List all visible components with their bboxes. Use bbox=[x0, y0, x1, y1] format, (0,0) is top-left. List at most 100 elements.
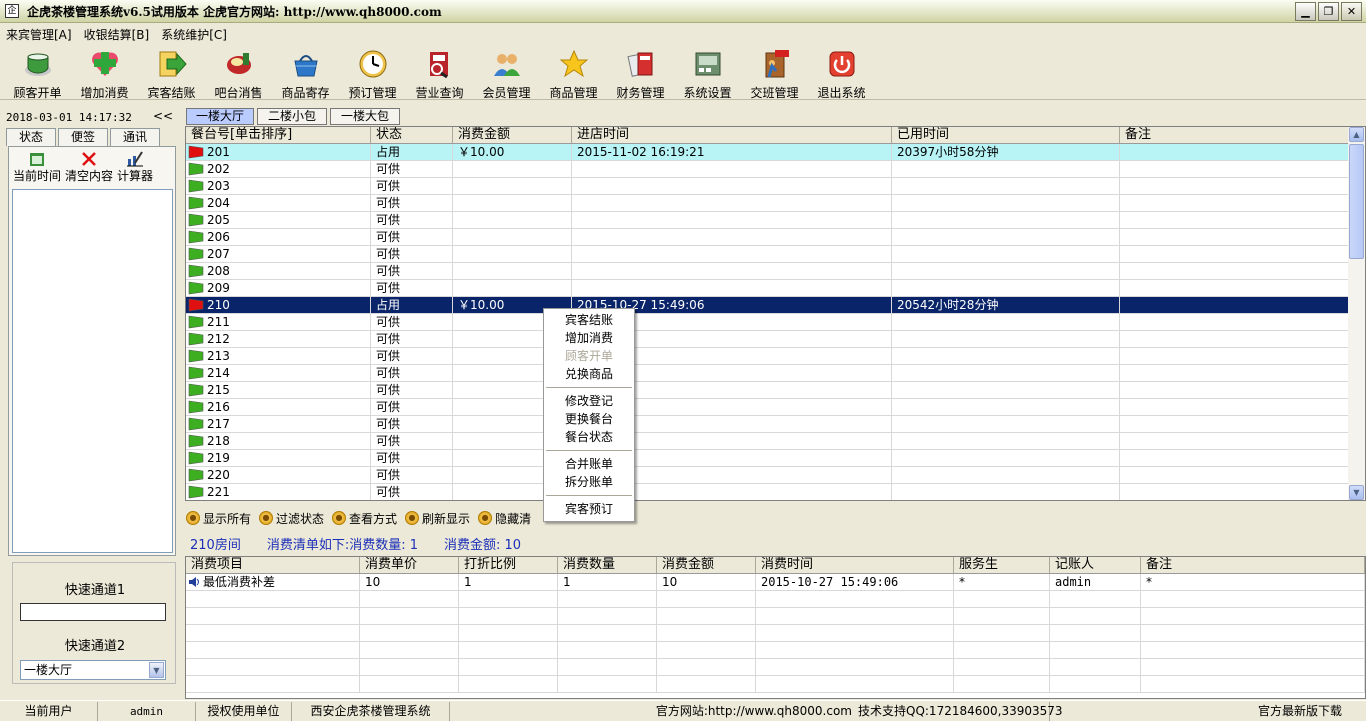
detail-row[interactable] bbox=[186, 591, 1365, 608]
col-remark[interactable]: 备注 bbox=[1120, 127, 1349, 143]
detail-row[interactable] bbox=[186, 676, 1365, 693]
col-waiter[interactable]: 服务生 bbox=[954, 557, 1050, 573]
tab-room-1[interactable]: 二楼小包 bbox=[257, 108, 327, 125]
storage-button[interactable]: 商品寄存 bbox=[272, 44, 339, 101]
reservation-button[interactable]: 预订管理 bbox=[339, 44, 406, 101]
context-menu-item[interactable]: 宾客结账 bbox=[544, 311, 634, 329]
minimize-button[interactable]: ▁ bbox=[1295, 2, 1316, 21]
col-status[interactable]: 状态 bbox=[371, 127, 453, 143]
checkout-button[interactable]: 宾客结账 bbox=[138, 44, 205, 101]
table-row[interactable]: 215 可供 bbox=[186, 382, 1365, 399]
col-elapsed[interactable]: 已用时间 bbox=[892, 127, 1120, 143]
table-row[interactable]: 217 可供 bbox=[186, 416, 1365, 433]
quick-channel-2-select[interactable]: 一楼大厅 ▼ bbox=[20, 660, 166, 680]
table-row[interactable]: 220 可供 bbox=[186, 467, 1365, 484]
col-detail-amount[interactable]: 消费金额 bbox=[657, 557, 756, 573]
chevron-down-icon[interactable]: ▼ bbox=[149, 662, 164, 678]
table-row[interactable]: 206 可供 bbox=[186, 229, 1365, 246]
detail-body: 最低消费补差 10 1 1 10 2015-10-27 15:49:06 * admin * bbox=[186, 574, 1365, 693]
current-time-button[interactable]: 当前时间 bbox=[13, 151, 61, 184]
exit-system-button[interactable]: 退出系统 bbox=[808, 44, 875, 101]
table-row[interactable]: 201 占用 ￥10.00 2015-11-02 16:19:21 20397小时58分… bbox=[186, 144, 1365, 161]
table-row[interactable]: 221 可供 bbox=[186, 484, 1365, 500]
restore-button[interactable]: ❐ bbox=[1318, 2, 1339, 21]
detail-row[interactable] bbox=[186, 608, 1365, 625]
app-window-icon[interactable]: 企 bbox=[5, 4, 19, 18]
tab-contacts[interactable]: 通讯 bbox=[110, 128, 160, 146]
context-menu-item[interactable]: 修改登记 bbox=[544, 392, 634, 410]
detail-row[interactable] bbox=[186, 642, 1365, 659]
col-unit-price[interactable]: 消费单价 bbox=[360, 557, 459, 573]
context-menu-item[interactable]: 增加消费 bbox=[544, 329, 634, 347]
open-order-button[interactable]: 顾客开单 bbox=[4, 44, 71, 101]
detail-row[interactable]: 最低消费补差 10 1 1 10 2015-10-27 15:49:06 * admin * bbox=[186, 574, 1365, 591]
quick-channel-1-input[interactable] bbox=[20, 603, 166, 621]
table-row[interactable]: 202 可供 bbox=[186, 161, 1365, 178]
menu-cashier[interactable]: 收银结算[B] bbox=[84, 26, 150, 43]
collapse-panel-button[interactable]: << bbox=[153, 109, 173, 123]
tab-status[interactable]: 状态 bbox=[6, 128, 56, 146]
scroll-up-icon[interactable]: ▲ bbox=[1349, 127, 1364, 142]
context-menu-item[interactable]: 宾客预订 bbox=[544, 500, 634, 518]
table-row[interactable]: 207 可供 bbox=[186, 246, 1365, 263]
table-row[interactable]: 211 可供 bbox=[186, 314, 1365, 331]
menu-system[interactable]: 系统维护[C] bbox=[161, 26, 227, 43]
notes-textarea[interactable] bbox=[12, 189, 173, 553]
close-button[interactable]: ✕ bbox=[1341, 2, 1362, 21]
col-quantity[interactable]: 消费数量 bbox=[558, 557, 657, 573]
calculator-button[interactable]: 计算器 bbox=[117, 151, 153, 184]
tab-room-0[interactable]: 一楼大厅 bbox=[186, 108, 254, 125]
scroll-down-icon[interactable]: ▼ bbox=[1349, 485, 1364, 500]
table-row[interactable]: 204 可供 bbox=[186, 195, 1365, 212]
col-table-no[interactable]: 餐台号[单击排序] bbox=[186, 127, 371, 143]
tab-notes[interactable]: 便签 bbox=[58, 128, 108, 146]
business-query-button[interactable]: 营业查询 bbox=[406, 44, 473, 101]
table-row[interactable]: 216 可供 bbox=[186, 399, 1365, 416]
refresh-button[interactable]: ● 刷新显示 bbox=[405, 510, 470, 527]
col-item[interactable]: 消费项目 bbox=[186, 557, 360, 573]
show-all-button[interactable]: ● 显示所有 bbox=[186, 510, 251, 527]
bar-sales-button[interactable]: 吧台消售 bbox=[205, 44, 272, 101]
status-download[interactable]: 官方最新版下载 bbox=[1050, 702, 1366, 721]
system-settings-button[interactable]: 系统设置 bbox=[674, 44, 741, 101]
col-checkin-time[interactable]: 进店时间 bbox=[572, 127, 892, 143]
col-detail-remark[interactable]: 备注 bbox=[1141, 557, 1365, 573]
context-menu-item[interactable]: 餐台状态 bbox=[544, 428, 634, 446]
product-management-button[interactable]: 商品管理 bbox=[540, 44, 607, 101]
col-discount[interactable]: 打折比例 bbox=[459, 557, 558, 573]
status-auth-label: 授权使用单位 bbox=[196, 701, 292, 721]
table-scrollbar[interactable]: ▲ ▼ bbox=[1348, 127, 1365, 500]
add-consumption-button[interactable]: 增加消费 bbox=[71, 44, 138, 101]
context-menu-item[interactable]: 合并账单 bbox=[544, 455, 634, 473]
table-row[interactable]: 210 占用 ￥10.00 2015-10-27 15:49:06 20542小时28分… bbox=[186, 297, 1365, 314]
finance-button[interactable]: 财务管理 bbox=[607, 44, 674, 101]
hide-clear-button[interactable]: ● 隐藏清 bbox=[478, 510, 531, 527]
scroll-thumb[interactable] bbox=[1349, 144, 1364, 259]
table-row[interactable]: 209 可供 bbox=[186, 280, 1365, 297]
table-row[interactable]: 219 可供 bbox=[186, 450, 1365, 467]
context-menu-item[interactable]: 拆分账单 bbox=[544, 473, 634, 491]
tab-room-2[interactable]: 一楼大包 bbox=[330, 108, 400, 125]
table-row[interactable]: 203 可供 bbox=[186, 178, 1365, 195]
menu-guest[interactable]: 来宾管理[A] bbox=[6, 26, 72, 43]
member-management-button[interactable]: 会员管理 bbox=[473, 44, 540, 101]
table-row[interactable]: 205 可供 bbox=[186, 212, 1365, 229]
view-mode-button[interactable]: ● 查看方式 bbox=[332, 510, 397, 527]
detail-cell bbox=[954, 676, 1050, 693]
context-menu-item[interactable]: 兑换商品 bbox=[544, 365, 634, 383]
table-row[interactable]: 218 可供 bbox=[186, 433, 1365, 450]
col-consume-time[interactable]: 消费时间 bbox=[756, 557, 954, 573]
clear-content-button[interactable]: 清空内容 bbox=[65, 151, 113, 184]
shift-management-button[interactable]: 交班管理 bbox=[741, 44, 808, 101]
detail-row[interactable] bbox=[186, 659, 1365, 676]
col-recorder[interactable]: 记账人 bbox=[1050, 557, 1141, 573]
table-row[interactable]: 213 可供 bbox=[186, 348, 1365, 365]
table-row[interactable]: 214 可供 bbox=[186, 365, 1365, 382]
table-row[interactable]: 208 可供 bbox=[186, 263, 1365, 280]
table-cell: 可供 bbox=[371, 484, 453, 500]
detail-row[interactable] bbox=[186, 625, 1365, 642]
context-menu-item[interactable]: 更换餐台 bbox=[544, 410, 634, 428]
filter-status-button[interactable]: ● 过滤状态 bbox=[259, 510, 324, 527]
col-amount[interactable]: 消费金额 bbox=[453, 127, 572, 143]
table-row[interactable]: 212 可供 bbox=[186, 331, 1365, 348]
